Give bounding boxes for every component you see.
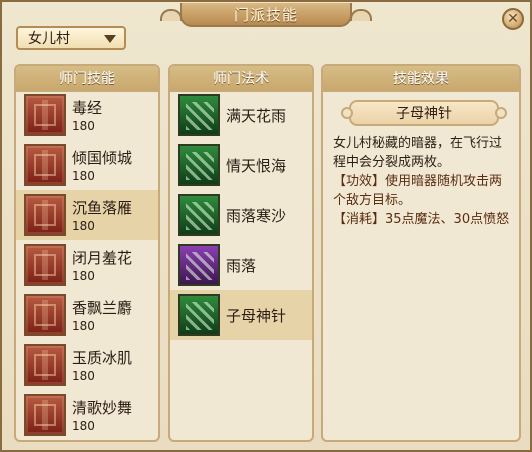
skill-level: 180 <box>72 419 95 433</box>
close-button[interactable]: ✕ <box>502 8 524 30</box>
master-spells-list: 满天花雨 情天恨海 雨落寒沙 雨落 子母神针 <box>170 90 312 440</box>
spell-name: 雨落 <box>226 257 257 275</box>
effect-skill-name-text: 子母神针 <box>396 106 452 122</box>
skill-icon <box>24 194 66 236</box>
spell-name: 子母神针 <box>226 307 287 325</box>
skill-row[interactable]: 清歌妙舞 180 <box>16 390 158 440</box>
skill-level: 180 <box>72 269 95 283</box>
school-dropdown[interactable]: 女儿村 <box>16 26 126 50</box>
effect-description: 女儿村秘藏的暗器，在飞行过程中会分裂成两枚。 【功效】使用暗器随机攻击两个敌方目… <box>333 134 513 229</box>
spell-row[interactable]: 情天恨海 <box>170 140 312 190</box>
master-skills-panel: 师门技能 毒经 180 倾国倾城 180 沉鱼落雁 180 闭月羞花 180 香… <box>14 64 160 442</box>
skill-row[interactable]: 毒经 180 <box>16 90 158 140</box>
leaves-icon <box>178 94 220 136</box>
skill-level: 180 <box>72 219 95 233</box>
spell-row[interactable]: 满天花雨 <box>170 90 312 140</box>
needles-icon <box>178 194 220 236</box>
master-spells-panel: 师门法术 满天花雨 情天恨海 雨落寒沙 雨落 子母神针 <box>168 64 314 442</box>
skill-level: 180 <box>72 169 95 183</box>
effect-description-line: 【功效】使用暗器随机攻击两个敌方目标。 <box>333 174 503 208</box>
skill-name: 毒经 <box>72 99 103 117</box>
title-ornament-left <box>160 9 182 21</box>
skill-icon <box>24 94 66 136</box>
skill-icon <box>24 144 66 186</box>
master-skills-list: 毒经 180 倾国倾城 180 沉鱼落雁 180 闭月羞花 180 香飘兰麝 1… <box>16 90 158 440</box>
titlebar: 门派技能 ✕ <box>2 2 530 30</box>
master-spells-header: 师门法术 <box>170 66 312 92</box>
skill-effect-header: 技能效果 <box>323 66 519 92</box>
spell-name: 雨落寒沙 <box>226 207 287 225</box>
close-icon: ✕ <box>507 11 519 27</box>
skill-level: 180 <box>72 119 95 133</box>
skill-icon <box>24 244 66 286</box>
skill-icon <box>24 344 66 386</box>
title-ornament-right <box>350 9 372 21</box>
skill-name: 清歌妙舞 <box>72 399 133 417</box>
skill-icon <box>24 394 66 436</box>
skill-name: 闭月羞花 <box>72 249 133 267</box>
skill-row[interactable]: 倾国倾城 180 <box>16 140 158 190</box>
skills-window: 门派技能 ✕ 女儿村 师门技能 毒经 180 倾国倾城 180 沉鱼落雁 180… <box>0 0 532 452</box>
skill-row-selected[interactable]: 沉鱼落雁 180 <box>16 190 158 240</box>
chevron-down-icon <box>104 35 116 43</box>
skill-row[interactable]: 玉质冰肌 180 <box>16 340 158 390</box>
skill-name: 玉质冰肌 <box>72 349 133 367</box>
skill-effect-panel: 技能效果 子母神针 女儿村秘藏的暗器，在飞行过程中会分裂成两枚。 【功效】使用暗… <box>321 64 521 442</box>
skill-effect-body: 子母神针 女儿村秘藏的暗器，在飞行过程中会分裂成两枚。 【功效】使用暗器随机攻击… <box>323 90 519 440</box>
effect-description-line: 【消耗】35点魔法、30点愤怒 <box>333 212 510 227</box>
school-dropdown-value: 女儿村 <box>28 31 70 47</box>
effect-skill-name: 子母神针 <box>341 100 507 126</box>
skill-name: 沉鱼落雁 <box>72 199 133 217</box>
title-pill: 门派技能 <box>160 3 372 27</box>
skill-row[interactable]: 香飘兰麝 180 <box>16 290 158 340</box>
spell-name: 满天花雨 <box>226 107 287 125</box>
sword-icon <box>178 144 220 186</box>
effect-description-line: 女儿村秘藏的暗器，在飞行过程中会分裂成两枚。 <box>333 136 503 170</box>
skill-icon <box>24 294 66 336</box>
skill-level: 180 <box>72 369 95 383</box>
master-skills-header: 师门技能 <box>16 66 158 92</box>
skill-level: 180 <box>72 319 95 333</box>
spell-row-selected[interactable]: 子母神针 <box>170 290 312 340</box>
needles-icon <box>178 244 220 286</box>
needle-icon <box>178 294 220 336</box>
skill-row[interactable]: 闭月羞花 180 <box>16 240 158 290</box>
skill-name: 香飘兰麝 <box>72 299 133 317</box>
spell-name: 情天恨海 <box>226 157 287 175</box>
skill-name: 倾国倾城 <box>72 149 133 167</box>
spell-row[interactable]: 雨落寒沙 <box>170 190 312 240</box>
window-title: 门派技能 <box>233 5 298 24</box>
spell-row[interactable]: 雨落 <box>170 240 312 290</box>
